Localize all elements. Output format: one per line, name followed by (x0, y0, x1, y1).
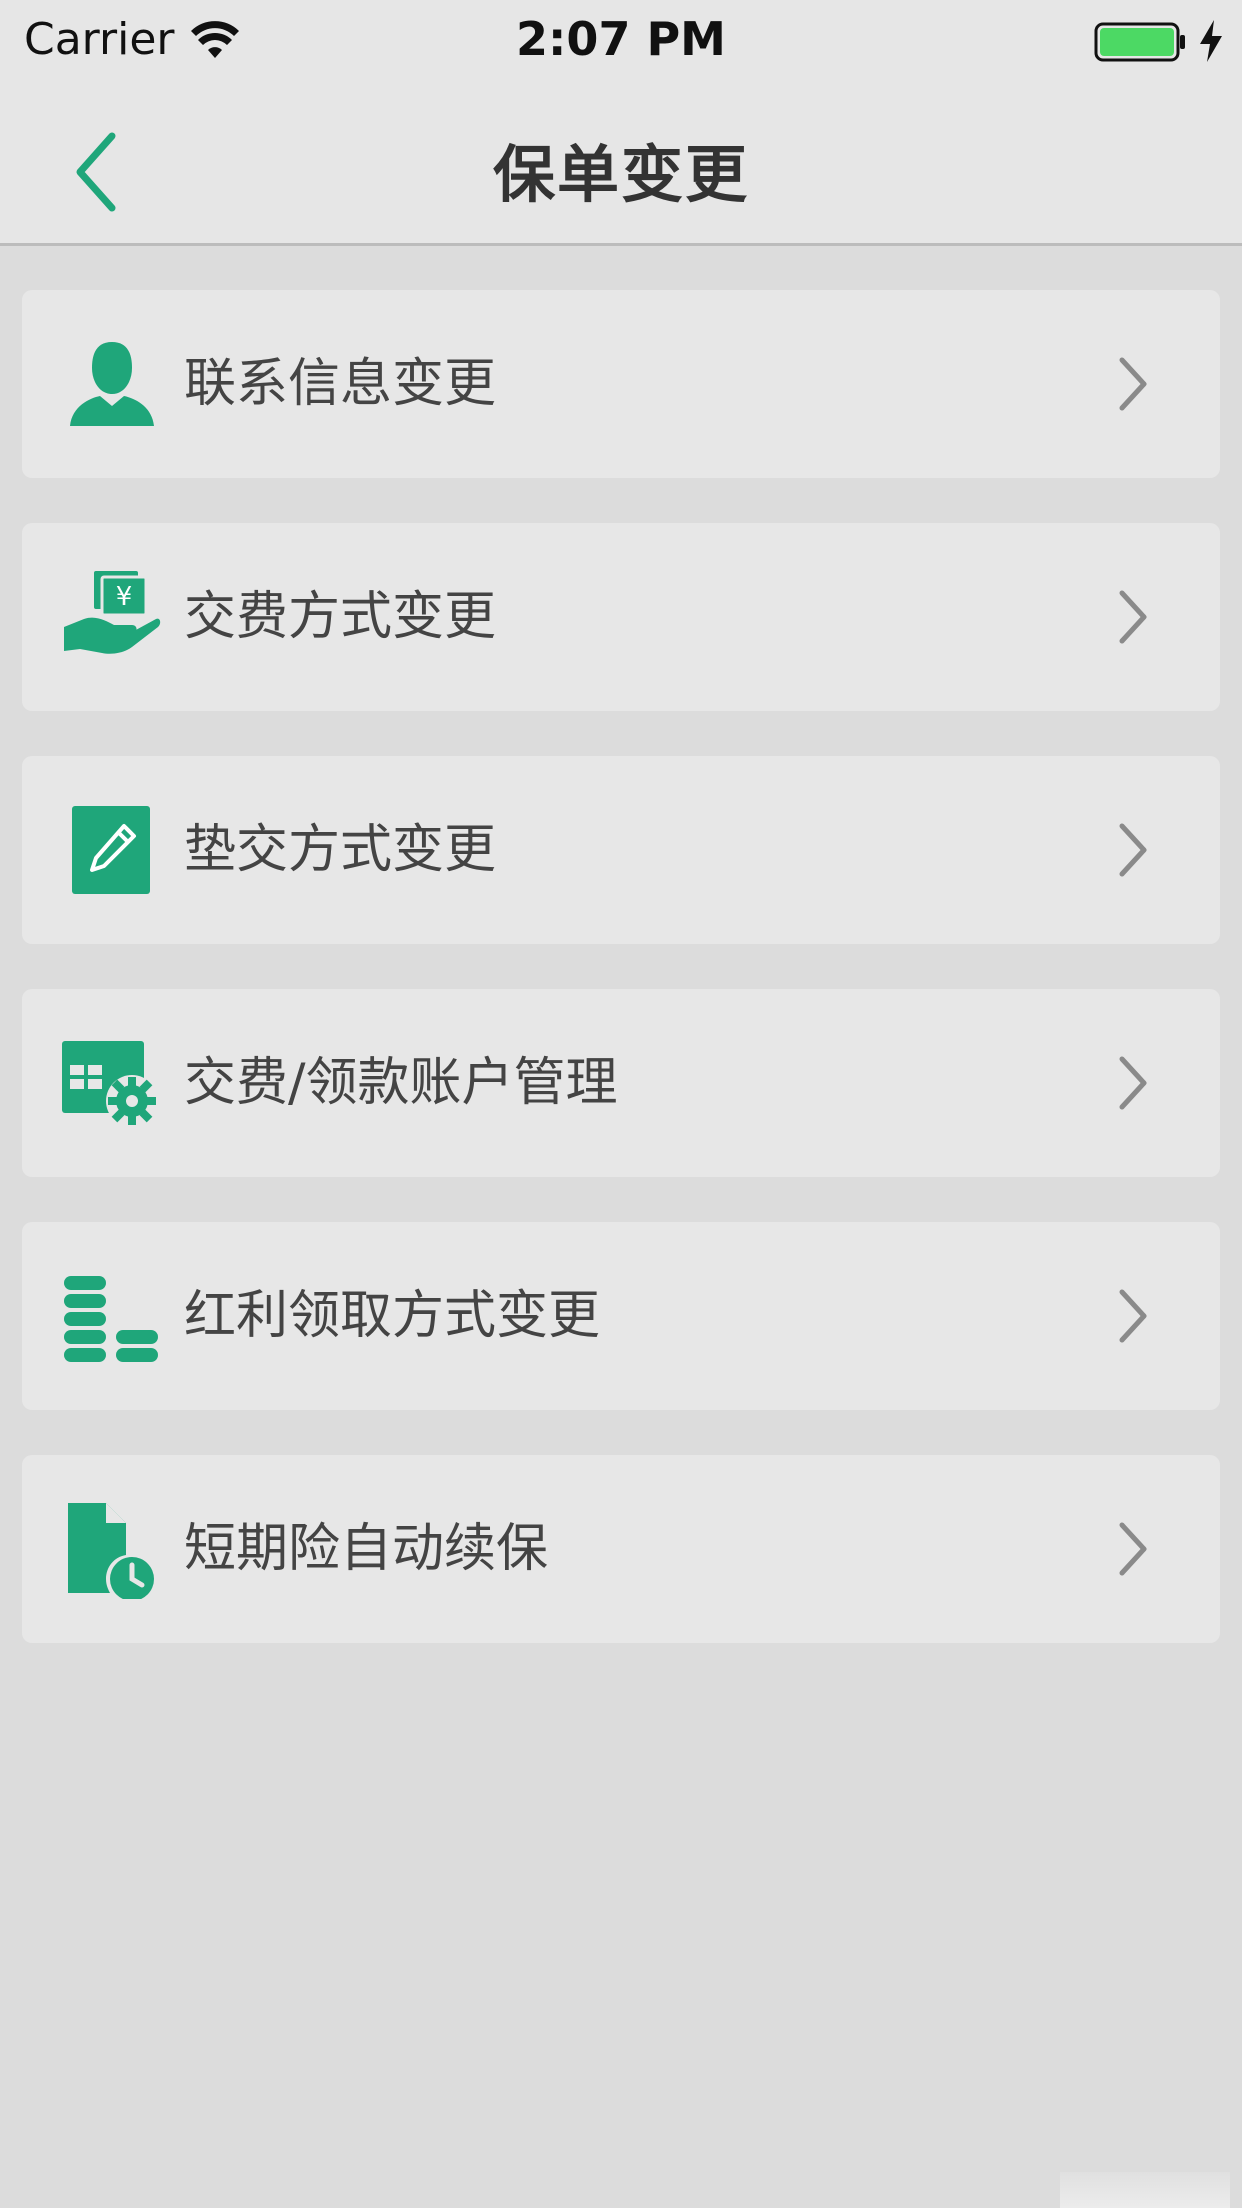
menu-item-label: 短期险自动续保 (184, 1519, 549, 1579)
chevron-right-icon (1119, 1056, 1147, 1110)
page-title: 保单变更 (492, 138, 749, 211)
menu-item-advance-payment[interactable]: 垫交方式变更 (22, 756, 1220, 944)
battery-charging-icon (1094, 22, 1185, 62)
menu-item-label: 交费/领款账户管理 (184, 1053, 618, 1113)
coins-icon (64, 1276, 158, 1362)
chevron-right-icon (1119, 357, 1147, 411)
menu-item-label: 交费方式变更 (184, 587, 497, 647)
money-hand-icon: ¥ (64, 571, 161, 654)
status-time: 2:07 PM (516, 12, 726, 66)
chevron-right-icon (1119, 1522, 1147, 1576)
home-indicator (1060, 2172, 1230, 2208)
menu-item-auto-renewal[interactable]: 短期险自动续保 (22, 1455, 1220, 1643)
account-settings-icon (62, 1041, 158, 1127)
menu-item-payment-method[interactable]: ¥ 交费方式变更 (22, 523, 1220, 711)
menu-item-account-management[interactable]: 交费/领款账户管理 (22, 989, 1220, 1177)
menu-list: 联系信息变更 ¥ 交费方式变更 垫交方式变更 交费/领款账户管理 红利领取方式变… (22, 290, 1220, 1688)
edit-document-icon (72, 806, 150, 894)
chevron-right-icon (1119, 590, 1147, 644)
menu-item-label: 红利领取方式变更 (184, 1286, 601, 1346)
chevron-right-icon (1119, 823, 1147, 877)
menu-item-label: 垫交方式变更 (184, 820, 497, 880)
document-clock-icon (68, 1503, 154, 1599)
navigation-bar: 保单变更 (0, 84, 1242, 246)
status-bar: Carrier 2:07 PM (0, 0, 1242, 84)
svg-text:¥: ¥ (116, 582, 133, 612)
menu-item-contact-info[interactable]: 联系信息变更 (22, 290, 1220, 478)
menu-item-dividend-collection[interactable]: 红利领取方式变更 (22, 1222, 1220, 1410)
menu-item-label: 联系信息变更 (184, 354, 497, 414)
chevron-right-icon (1119, 1289, 1147, 1343)
person-icon (70, 342, 154, 426)
bolt-icon (1200, 20, 1222, 62)
